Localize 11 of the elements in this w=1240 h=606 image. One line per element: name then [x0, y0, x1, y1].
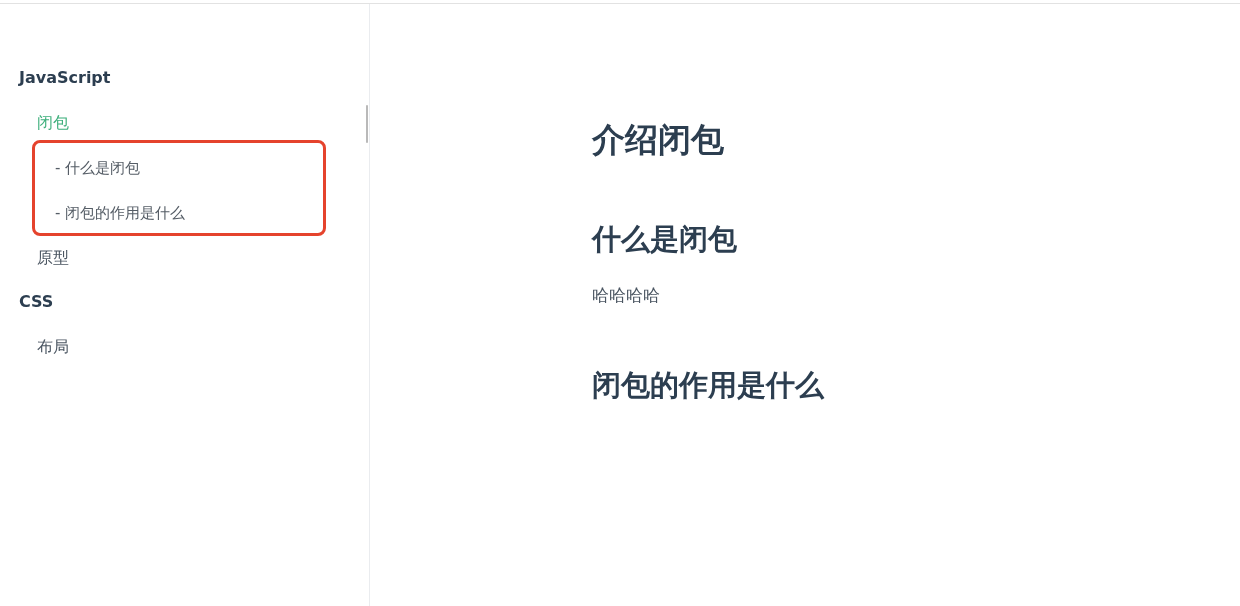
sidebar-heading: JavaScript: [19, 67, 111, 89]
sidebar-link[interactable]: 原型: [37, 246, 69, 269]
paragraph: 哈哈哈哈: [592, 284, 661, 307]
section-heading: 闭包的作用是什么: [592, 367, 826, 404]
scrollbar-thumb[interactable]: [366, 105, 368, 143]
sidebar-sublink[interactable]: - 什么是闭包: [55, 156, 141, 179]
page-title: 介绍闭包: [592, 119, 725, 161]
section-heading: 什么是闭包: [592, 221, 738, 258]
sidebar-sublink[interactable]: - 闭包的作用是什么: [55, 201, 186, 224]
sidebar-link[interactable]: 布局: [37, 335, 69, 358]
sidebar-heading: CSS: [19, 291, 54, 313]
